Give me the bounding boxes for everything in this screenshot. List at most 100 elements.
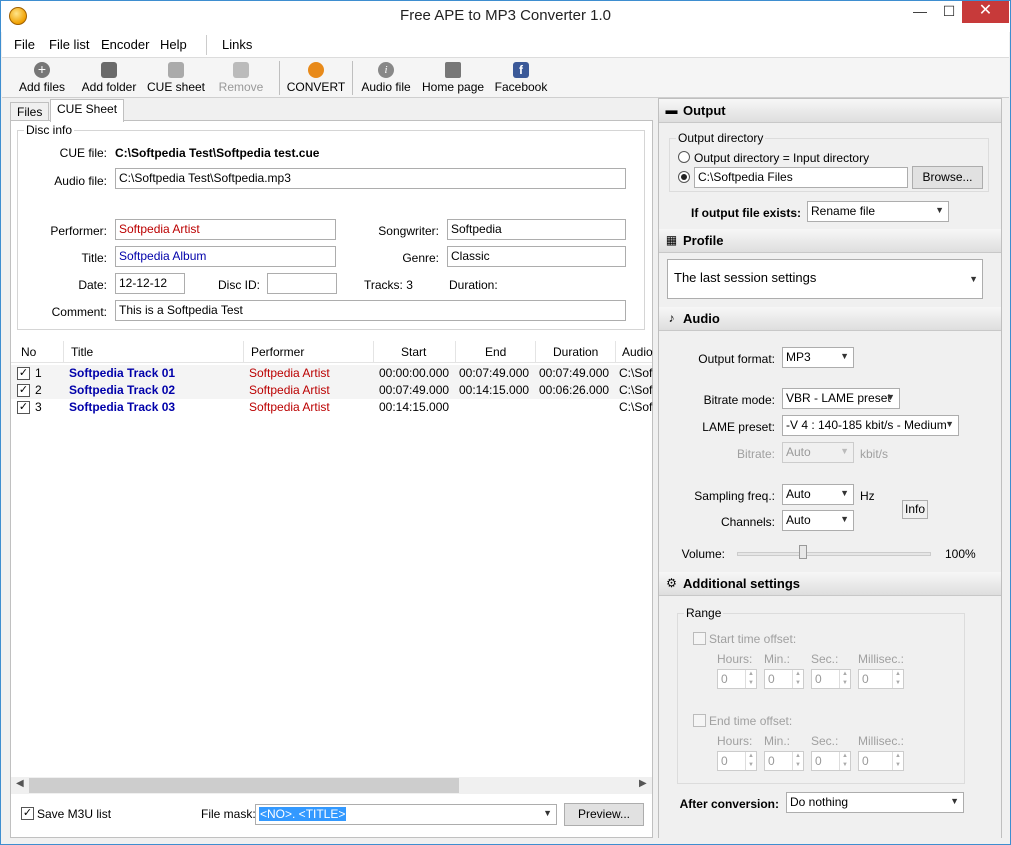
row-duration: 00:07:49.000: [539, 366, 610, 380]
add-files-button[interactable]: + Add files: [14, 58, 70, 96]
output-directory-field[interactable]: C:\Softpedia Files: [694, 167, 908, 188]
save-m3u-checkbox[interactable]: ✓: [21, 807, 34, 820]
end-offset-checkbox[interactable]: [693, 714, 706, 727]
audio-file-field[interactable]: C:\Softpedia Test\Softpedia.mp3: [115, 168, 626, 189]
chevron-up-icon[interactable]: ▲: [745, 752, 756, 761]
chevron-up-icon[interactable]: ▲: [892, 670, 903, 679]
comment-field[interactable]: This is a Softpedia Test: [115, 300, 626, 321]
add-folder-button[interactable]: Add folder: [80, 58, 138, 96]
bitrate-mode-select[interactable]: VBR - LAME preset ▼: [782, 388, 900, 409]
audio-file-button[interactable]: i Audio file: [360, 58, 412, 96]
music-note-icon: ♪: [668, 311, 675, 325]
end-milli-stepper[interactable]: 0 ▲ ▼: [858, 751, 904, 771]
profile-select[interactable]: The last session settings ▼: [667, 259, 983, 299]
file-mask-combo[interactable]: <NO>. <TITLE> ▼: [255, 804, 557, 825]
channels-select[interactable]: Auto ▼: [782, 510, 854, 531]
chevron-down-icon[interactable]: ▼: [892, 679, 903, 688]
date-field[interactable]: 12-12-12: [115, 273, 185, 294]
genre-field[interactable]: Classic: [447, 246, 626, 267]
end-min-stepper[interactable]: 0 ▲ ▼: [764, 751, 804, 771]
menu-links[interactable]: Links: [222, 37, 252, 52]
minimize-button[interactable]: —: [904, 1, 936, 23]
start-sec-stepper[interactable]: 0 ▲ ▼: [811, 669, 851, 689]
additional-settings-header[interactable]: ⚙ Additional settings: [659, 572, 1001, 596]
end-min-value: 0: [768, 754, 775, 768]
songwriter-field[interactable]: Softpedia: [447, 219, 626, 240]
audio-section-header[interactable]: ♪ Audio: [659, 307, 1001, 331]
horizontal-scrollbar[interactable]: ◀ ▶: [11, 777, 652, 794]
chevron-up-icon[interactable]: ▲: [745, 670, 756, 679]
table-row[interactable]: ✓ 1 Softpedia Track 01 Softpedia Artist …: [11, 365, 652, 382]
add-folder-label: Add folder: [81, 80, 137, 94]
profile-section-header[interactable]: ▦ Profile: [659, 229, 1001, 253]
bitrate-select[interactable]: Auto ▼: [782, 442, 854, 463]
custom-dir-radio[interactable]: [678, 171, 690, 183]
preview-button[interactable]: Preview...: [564, 803, 644, 826]
volume-slider-track[interactable]: [737, 552, 931, 556]
cue-sheet-button[interactable]: CUE sheet: [146, 58, 206, 96]
row-checkbox[interactable]: ✓: [17, 401, 30, 414]
start-offset-checkbox[interactable]: [693, 632, 706, 645]
chevron-up-icon[interactable]: ▲: [839, 670, 850, 679]
if-exists-value: Rename file: [811, 204, 876, 218]
browse-button[interactable]: Browse...: [912, 166, 983, 189]
table-row[interactable]: ✓ 2 Softpedia Track 02 Softpedia Artist …: [11, 382, 652, 399]
home-page-button[interactable]: Home page: [422, 58, 484, 96]
output-section-header[interactable]: ▬ Output: [659, 99, 1001, 123]
chevron-up-icon[interactable]: ▲: [792, 670, 803, 679]
row-checkbox[interactable]: ✓: [17, 384, 30, 397]
tab-files[interactable]: Files: [10, 102, 50, 121]
after-conversion-select[interactable]: Do nothing ▼: [786, 792, 964, 813]
if-exists-select[interactable]: Rename file ▼: [807, 201, 949, 222]
tab-cue-sheet[interactable]: CUE Sheet: [50, 99, 125, 122]
start-min-stepper[interactable]: 0 ▲ ▼: [764, 669, 804, 689]
end-hours-stepper[interactable]: 0 ▲ ▼: [717, 751, 757, 771]
chevron-down-icon[interactable]: ▼: [792, 761, 803, 770]
menu-file[interactable]: File: [14, 37, 35, 52]
remove-button[interactable]: Remove: [216, 58, 266, 96]
info-button[interactable]: Info: [902, 500, 928, 519]
channels-label: Channels:: [720, 515, 775, 529]
column-end[interactable]: End: [485, 345, 506, 359]
column-no[interactable]: No: [21, 345, 36, 359]
chevron-down-icon[interactable]: ▼: [745, 761, 756, 770]
sampling-freq-select[interactable]: Auto ▼: [782, 484, 854, 505]
column-title[interactable]: Title: [71, 345, 93, 359]
chevron-down-icon[interactable]: ▼: [745, 679, 756, 688]
start-hours-stepper[interactable]: 0 ▲ ▼: [717, 669, 757, 689]
close-button[interactable]: ✕: [962, 1, 1009, 23]
chevron-down-icon[interactable]: ▼: [839, 679, 850, 688]
range-title: Range: [684, 606, 724, 620]
convert-button[interactable]: CONVERT: [286, 58, 346, 96]
row-checkbox[interactable]: ✓: [17, 367, 30, 380]
menu-help[interactable]: Help: [160, 37, 187, 52]
performer-field[interactable]: Softpedia Artist: [115, 219, 336, 240]
volume-slider-thumb[interactable]: [799, 545, 807, 559]
column-duration[interactable]: Duration: [553, 345, 598, 359]
start-milli-stepper[interactable]: 0 ▲ ▼: [858, 669, 904, 689]
column-performer[interactable]: Performer: [251, 345, 304, 359]
chevron-up-icon[interactable]: ▲: [839, 752, 850, 761]
disc-id-field[interactable]: [267, 273, 337, 294]
facebook-button[interactable]: f Facebook: [494, 58, 548, 96]
menu-file-list[interactable]: File list: [49, 37, 89, 52]
maximize-button[interactable]: ☐: [933, 1, 965, 23]
input-dir-radio[interactable]: [678, 151, 690, 163]
scrollbar-thumb[interactable]: [29, 778, 459, 793]
chevron-up-icon[interactable]: ▲: [792, 752, 803, 761]
end-sec-stepper[interactable]: 0 ▲ ▼: [811, 751, 851, 771]
title-field[interactable]: Softpedia Album: [115, 246, 336, 267]
column-audio[interactable]: Audio: [622, 345, 653, 359]
plus-icon: +: [34, 62, 50, 78]
table-row[interactable]: ✓ 3 Softpedia Track 03 Softpedia Artist …: [11, 399, 652, 416]
lame-preset-select[interactable]: -V 4 : 140-185 kbit/s - Medium ▼: [782, 415, 959, 436]
chevron-down-icon[interactable]: ▼: [839, 761, 850, 770]
menu-encoder[interactable]: Encoder: [101, 37, 149, 52]
scroll-right-icon[interactable]: ▶: [639, 778, 647, 789]
chevron-down-icon[interactable]: ▼: [792, 679, 803, 688]
chevron-down-icon[interactable]: ▼: [892, 761, 903, 770]
chevron-up-icon[interactable]: ▲: [892, 752, 903, 761]
output-format-select[interactable]: MP3 ▼: [782, 347, 854, 368]
column-start[interactable]: Start: [401, 345, 426, 359]
scroll-left-icon[interactable]: ◀: [16, 778, 24, 789]
